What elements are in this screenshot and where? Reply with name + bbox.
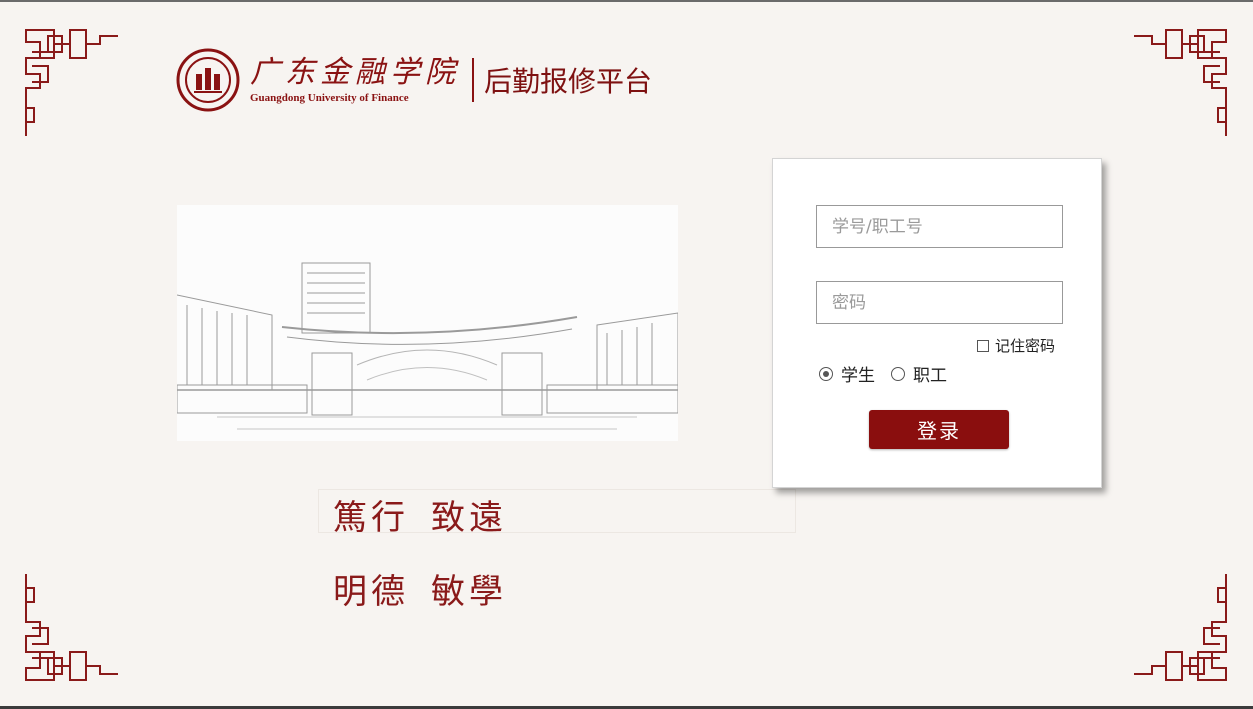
corner-ornament-top-right	[1128, 28, 1228, 138]
campus-gate-image	[177, 205, 678, 441]
username-input[interactable]	[816, 205, 1063, 248]
corner-ornament-top-left	[24, 28, 124, 138]
motto-line-2: 明德 敏學	[318, 564, 507, 613]
staff-label: 职工	[913, 366, 947, 386]
role-selector: 学生 职工	[819, 361, 963, 386]
motto-line2-left: 明德	[333, 572, 409, 612]
login-panel: 记住密码 学生 职工 登录	[772, 158, 1102, 488]
motto-line-1: 篤行 致遠	[318, 489, 796, 538]
remember-password-checkbox[interactable]	[977, 339, 989, 352]
site-header: 广东金融学院 Guangdong University of Finance 后…	[176, 48, 652, 112]
remember-password-label: 记住密码	[995, 337, 1056, 355]
student-label: 学生	[841, 366, 875, 386]
university-seal-icon	[176, 48, 240, 112]
motto-line1-left: 篤行	[333, 498, 409, 538]
top-border-line	[0, 0, 1253, 2]
student-radio[interactable]	[819, 366, 833, 381]
school-name-cn: 广东金融学院	[250, 55, 460, 90]
login-button[interactable]: 登录	[869, 410, 1009, 449]
platform-title: 后勤报修平台	[484, 65, 653, 98]
remember-password-toggle[interactable]: 记住密码	[977, 335, 1055, 356]
corner-ornament-bottom-left	[24, 572, 124, 682]
school-name-en: Guangdong University of Finance	[250, 92, 409, 104]
staff-radio[interactable]	[891, 366, 905, 381]
role-option-student[interactable]: 学生	[819, 361, 875, 386]
corner-ornament-bottom-right	[1128, 572, 1228, 682]
motto-line1-right: 致遠	[431, 498, 507, 538]
school-name: 广东金融学院 Guangdong University of Finance	[250, 55, 460, 105]
motto-line2-right: 敏學	[431, 572, 507, 612]
header-divider	[472, 58, 474, 102]
password-input[interactable]	[816, 281, 1063, 324]
role-option-staff[interactable]: 职工	[891, 361, 947, 386]
